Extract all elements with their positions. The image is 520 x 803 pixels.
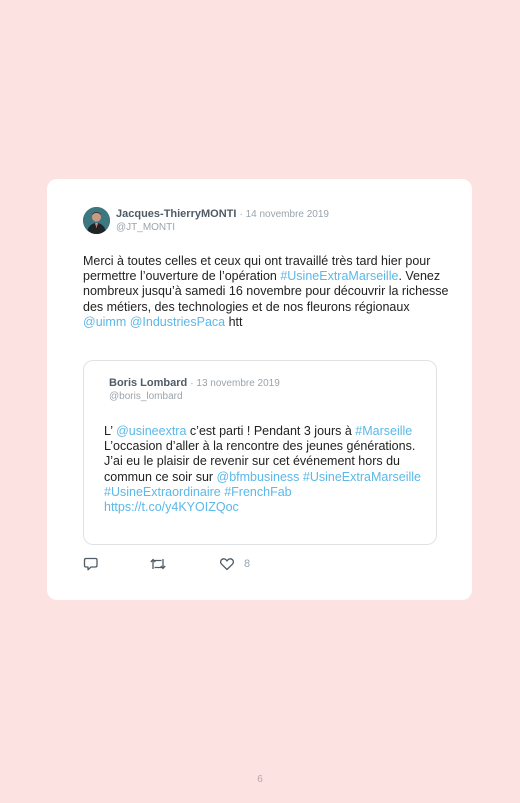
tweet-text-segment: c’est parti ! Pendant 3 jours à <box>186 424 356 438</box>
quoted-author-handle[interactable]: @boris_lombard <box>109 391 183 403</box>
retweet-icon <box>150 558 166 570</box>
tweet-link[interactable]: #FrenchFab <box>224 485 291 499</box>
page-number: 6 <box>257 774 263 785</box>
tweet-link[interactable]: #Marseille <box>355 424 412 438</box>
tweet-text-segment: htt <box>225 314 243 329</box>
avatar-photo-icon <box>83 207 110 234</box>
author-handle[interactable]: @JT_MONTI <box>116 222 175 234</box>
reply-icon <box>83 557 98 571</box>
tweet-text: Merci à toutes celles et ceux qui ont tr… <box>83 254 453 330</box>
tweet-card: Jacques-ThierryMONTI · 14 novembre 2019 … <box>47 179 472 600</box>
tweet-link[interactable]: https://t.co/y4KYOIZQoc <box>104 500 239 514</box>
tweet-link[interactable]: #UsineExtraMarseille <box>280 269 398 283</box>
retweet-button[interactable] <box>149 556 167 572</box>
tweet-link[interactable]: @bfmbusiness <box>217 470 300 484</box>
tweet-text-segment: L’ <box>104 424 117 438</box>
tweet-link[interactable]: @uimm <box>83 315 126 329</box>
tweet-date[interactable]: · 14 novembre 2019 <box>239 209 329 220</box>
author-line: Jacques-ThierryMONTI · 14 novembre 2019 <box>116 208 329 221</box>
quoted-tweet-date[interactable]: · 13 novembre 2019 <box>190 378 280 389</box>
like-count: 8 <box>244 558 251 570</box>
reply-button[interactable] <box>83 556 99 572</box>
quoted-author-name[interactable]: Boris Lombard <box>109 377 187 389</box>
tweet-link[interactable]: @IndustriesPaca <box>130 315 225 329</box>
tweet-link[interactable]: #UsineExtraMarseille <box>303 470 421 484</box>
quoted-author-line: Boris Lombard · 13 novembre 2019 <box>109 377 280 390</box>
author-name[interactable]: Jacques-ThierryMONTI <box>116 208 236 220</box>
avatar[interactable] <box>83 207 110 234</box>
quoted-tweet-text: L’ @usineextra c’est parti ! Pendant 3 j… <box>104 424 422 515</box>
heart-icon <box>219 558 235 571</box>
tweet-link[interactable]: @usineextra <box>116 424 186 438</box>
tweet-link[interactable]: #UsineExtraordinaire <box>104 485 221 499</box>
quoted-tweet[interactable]: Boris Lombard · 13 novembre 2019 @boris_… <box>83 360 437 545</box>
like-button[interactable]: 8 <box>219 556 250 572</box>
